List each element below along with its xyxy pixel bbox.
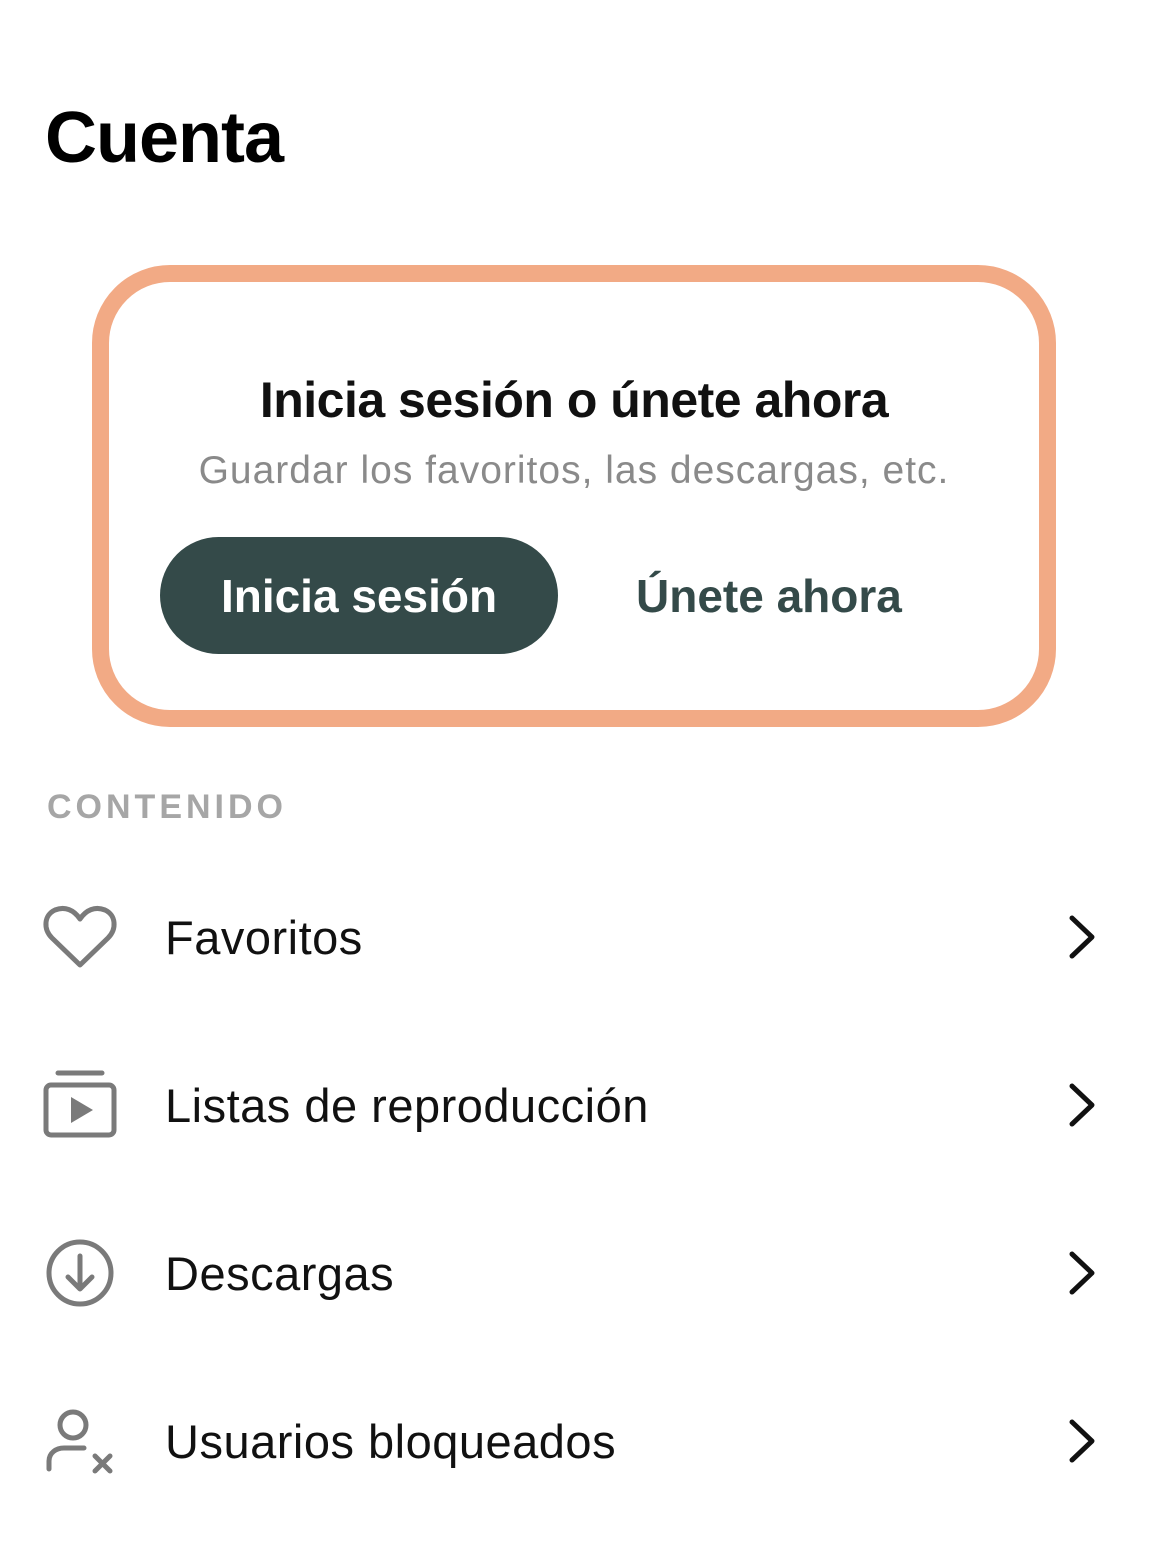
promo-title: Inicia sesión o únete ahora (259, 372, 889, 428)
blocked-user-icon (40, 1401, 120, 1481)
heart-icon (40, 897, 120, 977)
login-promo-card: Inicia sesión o únete ahora Guardar los … (92, 265, 1056, 727)
chevron-right-icon (1060, 1248, 1104, 1298)
promo-subtitle: Guardar los favoritos, las descargas, et… (198, 449, 950, 492)
chevron-right-icon (1060, 1416, 1104, 1466)
join-now-button[interactable]: Únete ahora (636, 537, 902, 654)
menu-item-downloads[interactable]: Descargas (0, 1196, 1166, 1346)
menu-label-favorites: Favoritos (165, 911, 363, 964)
menu-label-playlists: Listas de reproducción (165, 1079, 649, 1132)
chevron-right-icon (1060, 1080, 1104, 1130)
section-label-content: CONTENIDO (47, 788, 287, 826)
menu-item-blocked-users[interactable]: Usuarios bloqueados (0, 1364, 1166, 1514)
menu-item-favorites[interactable]: Favoritos (0, 860, 1166, 1010)
page-title: Cuenta (45, 98, 284, 178)
download-icon (40, 1233, 120, 1313)
chevron-right-icon (1060, 912, 1104, 962)
menu-label-downloads: Descargas (165, 1247, 395, 1300)
menu-item-playlists[interactable]: Listas de reproducción (0, 1028, 1166, 1178)
playlist-icon (40, 1065, 120, 1145)
menu-label-blocked-users: Usuarios bloqueados (165, 1415, 617, 1468)
signin-button[interactable]: Inicia sesión (160, 537, 558, 654)
